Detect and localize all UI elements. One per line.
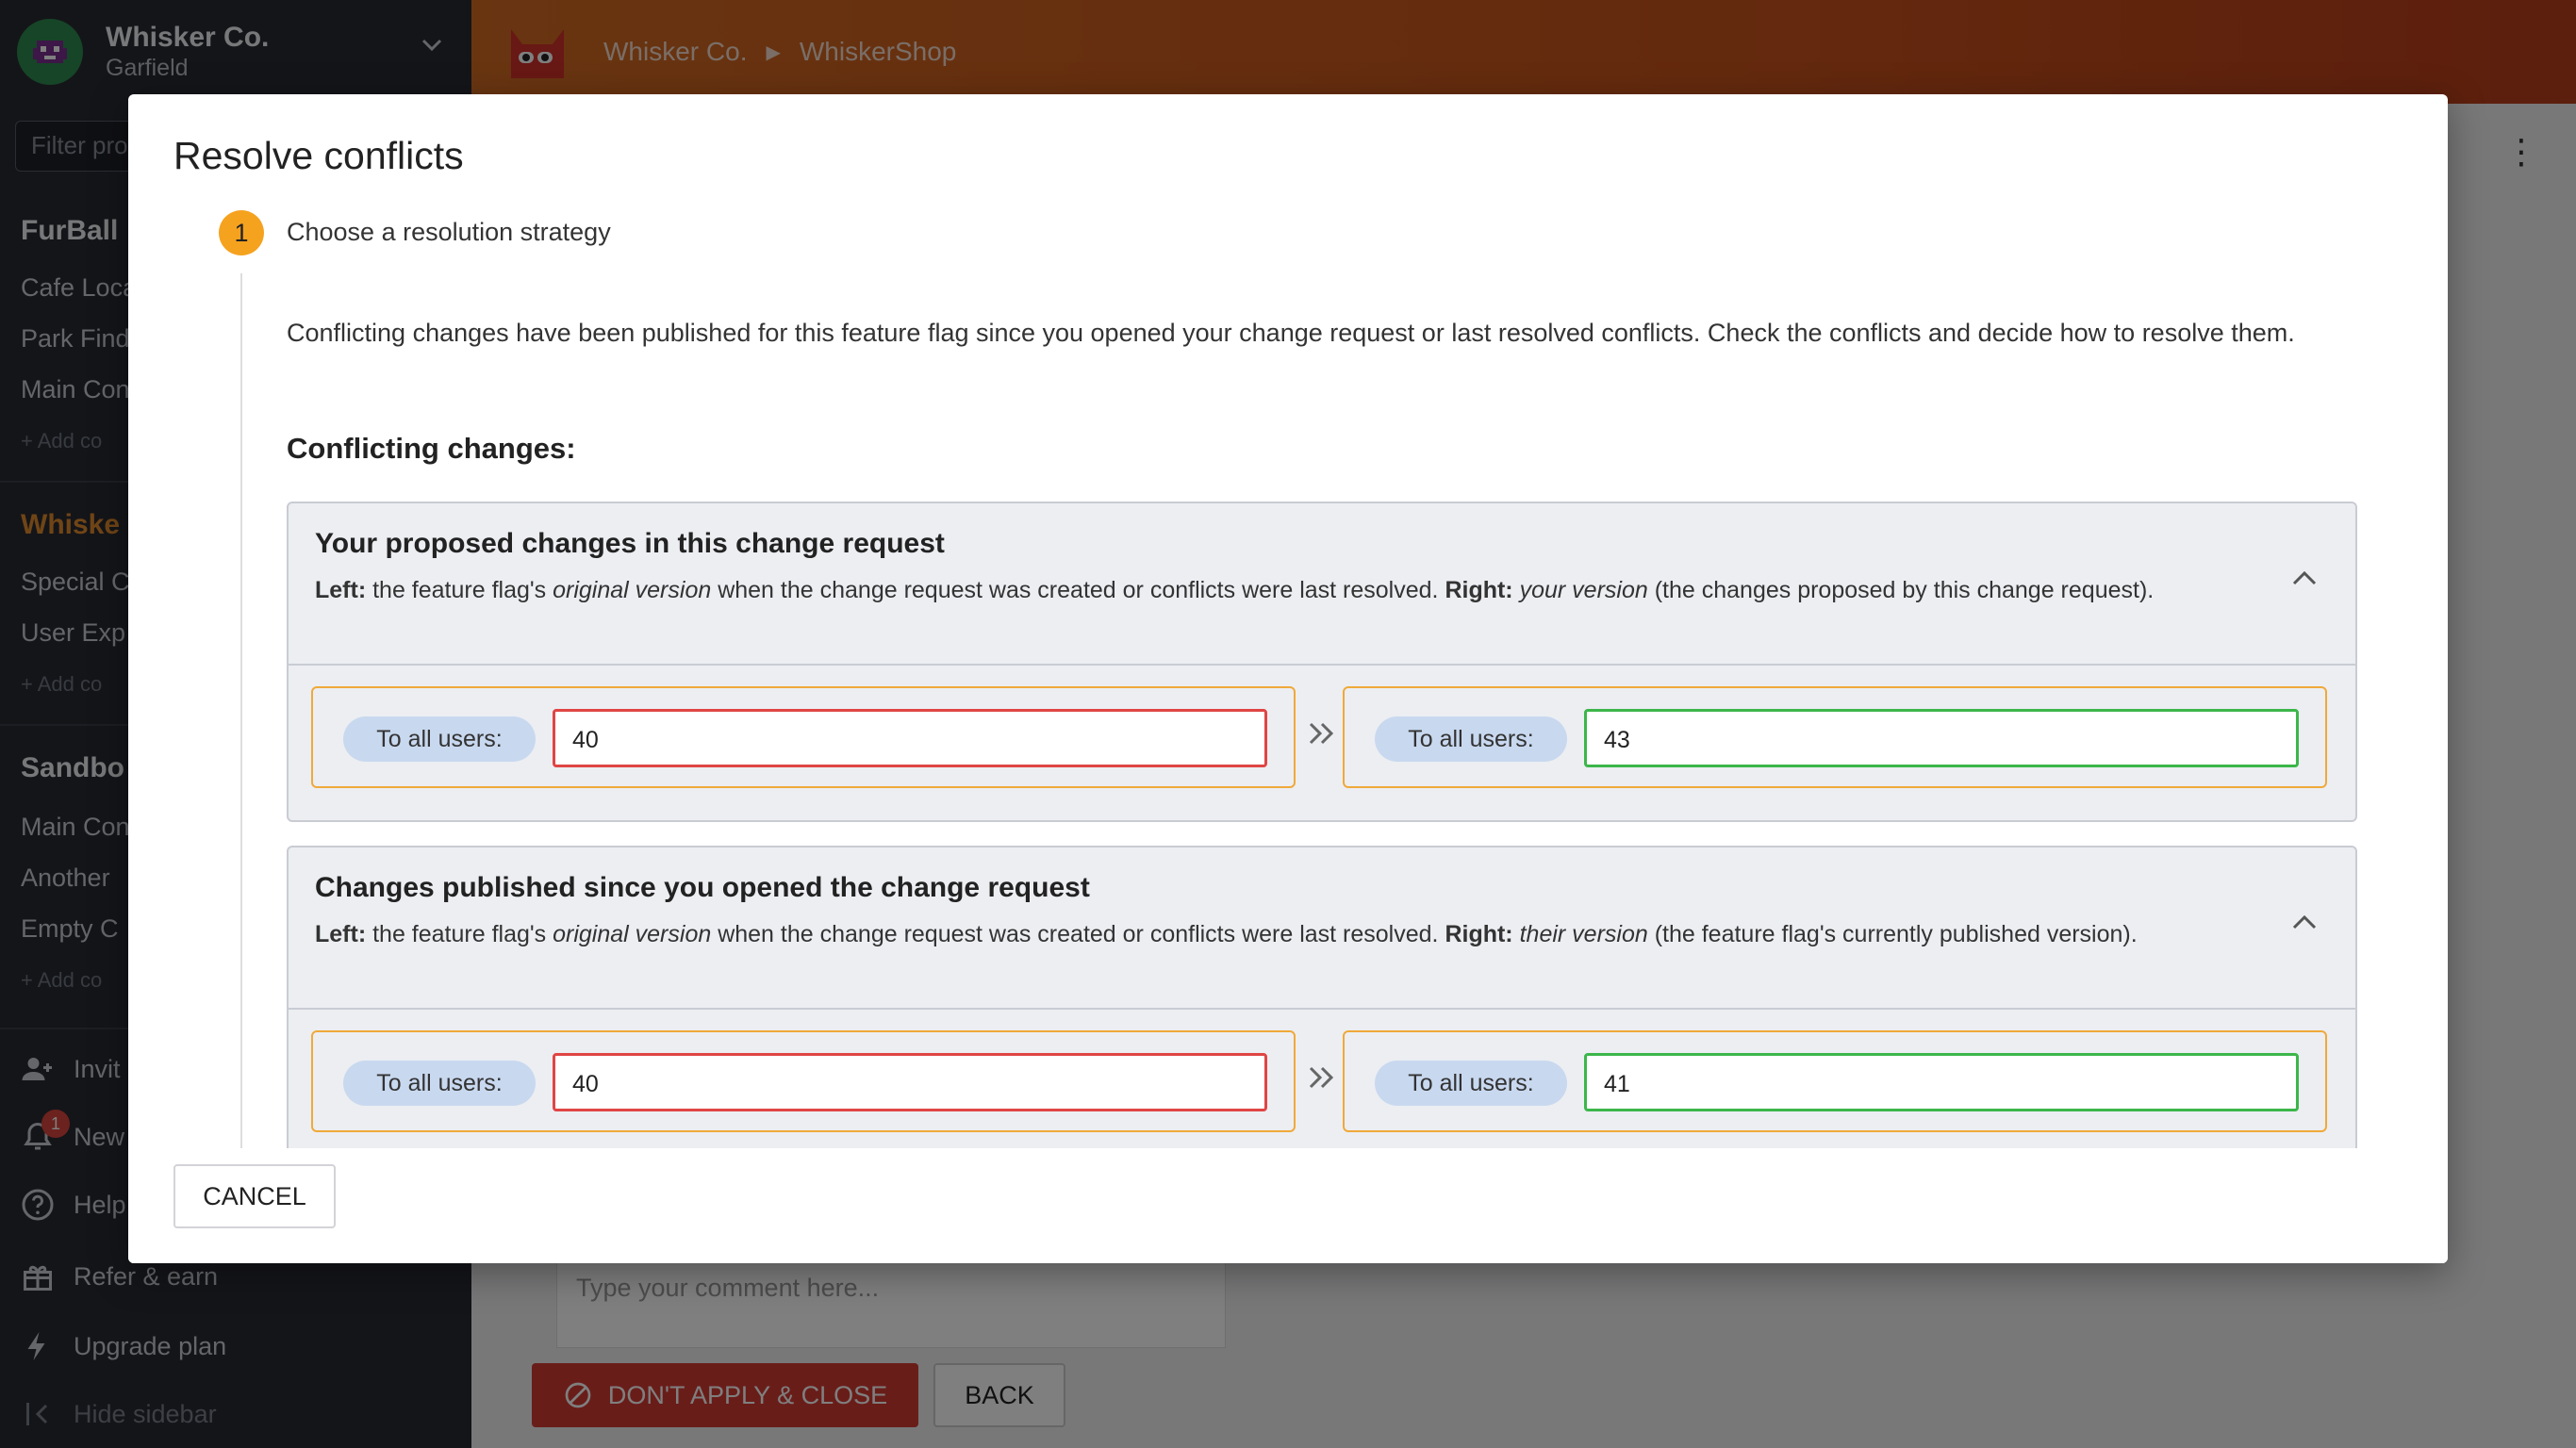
proposed-changes-panel: Your proposed changes in this change req… <box>287 502 2357 822</box>
panel-divider <box>289 664 2355 666</box>
your-value-field[interactable]: 43 <box>1584 709 2299 767</box>
targeting-label: To all users: <box>1375 1061 1567 1106</box>
resolve-conflicts-dialog: Resolve conflicts 1 Choose a resolution … <box>128 94 2448 1263</box>
their-version-box: To all users: 41 <box>1343 1030 2327 1132</box>
desc-italic: original version <box>553 921 712 947</box>
chevron-up-icon[interactable] <box>2291 913 2318 930</box>
intro-text: Conflicting changes have been published … <box>287 319 2295 347</box>
original-version-box: To all users: 40 <box>311 686 1296 788</box>
desc-text: (the feature flag's currently published … <box>1647 921 2138 947</box>
left-bold: Left: <box>315 921 367 947</box>
panel-description: Left: the feature flag's original versio… <box>315 917 2201 951</box>
panel-description: Left: the feature flag's original versio… <box>315 573 2201 607</box>
desc-text: the feature flag's <box>366 577 553 603</box>
targeting-label: To all users: <box>1375 716 1567 762</box>
desc-text <box>1513 921 1520 947</box>
desc-text <box>1513 577 1520 603</box>
targeting-label: To all users: <box>343 1061 536 1106</box>
panel-title: Your proposed changes in this change req… <box>315 528 945 559</box>
double-chevron-right-icon <box>1309 722 1334 745</box>
panel-divider <box>289 1008 2355 1010</box>
dialog-footer <box>128 1148 2448 1263</box>
published-changes-panel: Changes published since you opened the c… <box>287 846 2357 1166</box>
original-value-field[interactable]: 40 <box>553 709 1267 767</box>
step-label: Choose a resolution strategy <box>287 218 611 246</box>
right-bold: Right: <box>1445 577 1513 603</box>
conflicting-changes-heading: Conflicting changes: <box>287 432 576 465</box>
chevron-up-icon[interactable] <box>2291 569 2318 586</box>
targeting-label: To all users: <box>343 716 536 762</box>
desc-italic: their version <box>1519 921 1648 947</box>
original-version-box: To all users: 40 <box>311 1030 1296 1132</box>
original-value-field[interactable]: 40 <box>553 1053 1267 1111</box>
desc-text: the feature flag's <box>366 921 553 947</box>
right-bold: Right: <box>1445 921 1513 947</box>
step-connector-line <box>240 273 242 1150</box>
panel-title: Changes published since you opened the c… <box>315 872 1090 903</box>
desc-text: (the changes proposed by this change req… <box>1647 577 2155 603</box>
desc-text: when the change request was created or c… <box>711 921 1445 947</box>
desc-italic: your version <box>1519 577 1648 603</box>
desc-text: when the change request was created or c… <box>711 577 1445 603</box>
step-number: 1 <box>219 210 264 255</box>
cancel-button[interactable]: CANCEL <box>173 1164 336 1228</box>
dialog-title: Resolve conflicts <box>173 134 464 177</box>
double-chevron-right-icon <box>1309 1066 1334 1089</box>
their-value-field[interactable]: 41 <box>1584 1053 2299 1111</box>
left-bold: Left: <box>315 577 367 603</box>
your-version-box: To all users: 43 <box>1343 686 2327 788</box>
desc-italic: original version <box>553 577 712 603</box>
